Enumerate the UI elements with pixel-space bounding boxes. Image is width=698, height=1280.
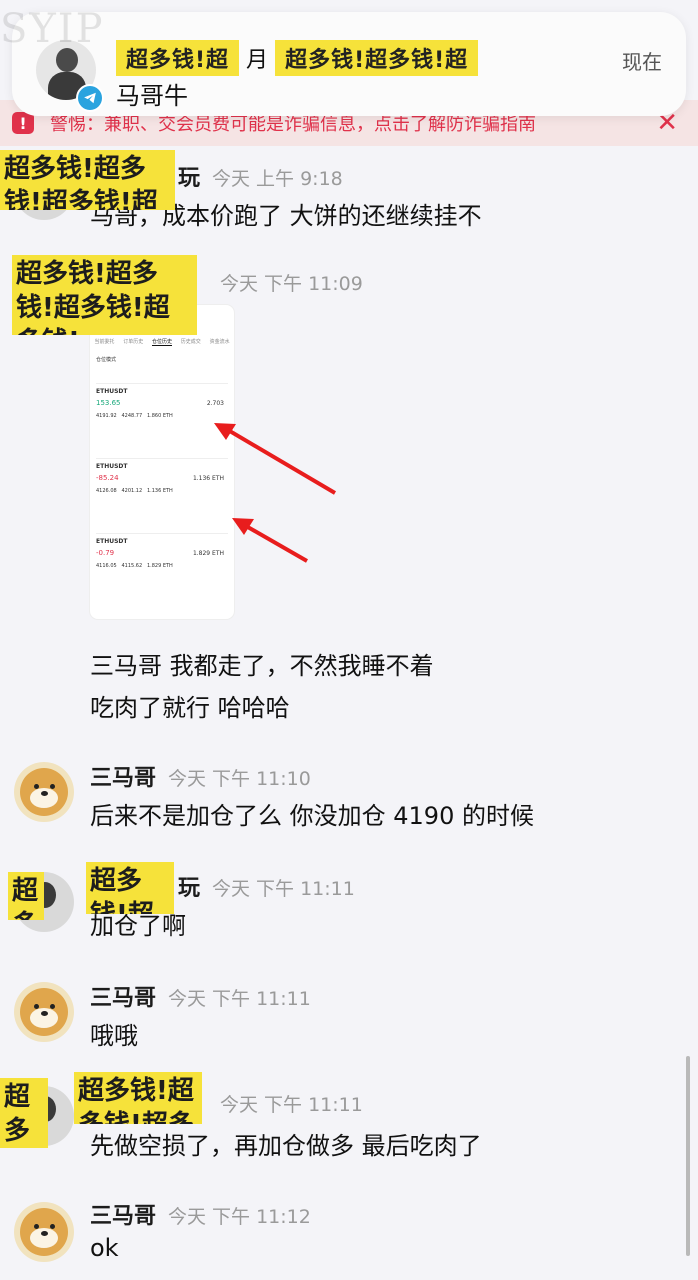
screenshot-tabs: 当前委托 订单历史 仓位历史 历史成交 资金流水 — [90, 338, 234, 346]
sticker-mask: 超多钱!超 — [116, 40, 240, 76]
notification-time: 现在 — [622, 50, 662, 74]
tab-label: 历史成交 — [180, 339, 201, 345]
tab-label: 当前委托 — [94, 339, 115, 345]
message-text: 吃肉了就行 哈哈哈 — [90, 694, 290, 722]
telegram-icon — [76, 84, 104, 112]
notification-banner[interactable]: 超多钱!超 月 超多钱!超多钱!超 马哥牛 现在 — [12, 12, 686, 116]
arrow-head — [232, 518, 254, 535]
message-text: 三马哥 我都走了，不然我睡不着 — [90, 652, 434, 680]
pair-label: ETHUSDT — [96, 463, 128, 470]
message-time: 今天 下午 11:12 — [168, 1206, 311, 1228]
doge-avatar[interactable] — [14, 982, 74, 1042]
open-price: 4116.05 — [96, 563, 117, 569]
sticker-mask: 超多钱!超多钱!超多钱!超多钱! — [0, 150, 175, 210]
sender-name: 玩 — [178, 166, 201, 191]
pair-label: ETHUSDT — [96, 538, 128, 545]
message-time: 今天 下午 11:10 — [168, 768, 311, 790]
doge-avatar[interactable] — [14, 762, 74, 822]
message-text: 先做空损了，再加仓做多 最后吃肉了 — [90, 1132, 482, 1160]
open-price: 4126.08 — [96, 488, 117, 494]
qty-value: 2.703 — [206, 400, 224, 407]
tab-label: 资金流水 — [209, 339, 230, 345]
message-time: 今天 上午 9:18 — [212, 168, 343, 190]
notification-title: 超多钱!超 月 超多钱!超多钱!超 — [116, 40, 479, 76]
sender-name: 三马哥 — [90, 1204, 157, 1229]
message-time: 今天 下午 11:09 — [220, 273, 363, 295]
open-price: 4191.92 — [96, 413, 117, 419]
alert-icon: ! — [12, 112, 34, 134]
notification-sender: 马哥牛 — [116, 82, 188, 110]
message-time: 今天 下午 11:11 — [168, 988, 311, 1010]
position-card: ETHUSDT -0.79 1.829 ETH 4116.05 4115.62 … — [96, 533, 228, 608]
sender-name: 三马哥 — [90, 986, 157, 1011]
sticker-mask: 超多钱!超多钱!超多钱!超多钱! — [0, 1078, 48, 1148]
sticker-mask: 超多钱!超多钱!超多钱!超多钱! — [74, 1072, 202, 1124]
sender-name: 三马哥 — [90, 766, 157, 791]
attached-screenshot[interactable]: U本位合约 当前委托 订单历史 仓位历史 历史成交 资金流水 仓位模式 ETHU… — [90, 305, 234, 619]
message-time: 今天 下午 11:11 — [220, 1094, 363, 1116]
max-qty: 1.860 ETH — [146, 413, 173, 419]
max-qty: 1.829 ETH — [146, 563, 173, 569]
message-text: 后来不是加仓了么 你没加仓 4190 的时候 — [90, 802, 534, 830]
sender-name: 玩 — [178, 876, 201, 901]
sticker-mask: 超多钱!超多钱!超多钱!超多钱! — [8, 872, 44, 920]
close-price: 4201.12 — [121, 488, 143, 494]
qty-value: 1.829 ETH — [192, 550, 224, 557]
tab-label: 仓位历史 — [151, 339, 172, 346]
close-price: 4115.62 — [121, 563, 143, 569]
doge-avatar[interactable] — [14, 1202, 74, 1262]
close-price: 4248.77 — [121, 413, 143, 419]
pair-label: ETHUSDT — [96, 388, 128, 395]
message-time: 今天 下午 11:11 — [212, 878, 355, 900]
filter-chip: 仓位模式 — [96, 357, 117, 363]
message-text: 哦哦 — [90, 1022, 138, 1050]
sticker-mask: 超多钱!超多钱!超 — [275, 40, 479, 76]
sticker-mask: 超多钱!超多钱!超多钱!超多钱! — [86, 862, 174, 914]
position-card: ETHUSDT 153.65 2.703 4191.92 4248.77 1.8… — [96, 383, 228, 458]
max-qty: 1.136 ETH — [146, 488, 173, 494]
arrow-line — [245, 524, 308, 563]
scrollbar[interactable] — [686, 1056, 690, 1256]
qty-value: 1.136 ETH — [192, 475, 224, 482]
position-card: ETHUSDT -85.24 1.136 ETH 4126.08 4201.12… — [96, 458, 228, 533]
message-text: ok — [90, 1234, 119, 1262]
tab-label: 订单历史 — [123, 339, 144, 345]
title-text: 月 — [246, 48, 269, 73]
notification-avatar — [36, 40, 104, 112]
sticker-mask: 超多钱!超多钱!超多钱!超多钱! — [12, 255, 197, 335]
arrow-line — [226, 428, 337, 495]
